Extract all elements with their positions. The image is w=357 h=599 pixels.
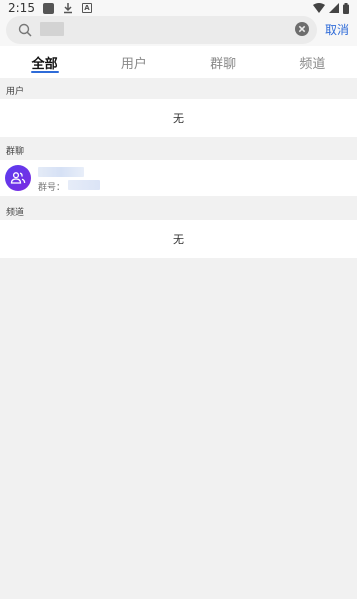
users-section-header: 用户: [0, 81, 357, 99]
app-notification-icon: [42, 2, 54, 14]
tab-bar: 全部 用户 群聊 频道: [0, 46, 357, 78]
tab-label: 频道: [299, 56, 326, 72]
tab-users[interactable]: 用户: [89, 46, 178, 78]
avatar: [5, 165, 31, 191]
group-list-item[interactable]: █████ 群号： ████: [0, 160, 357, 196]
groups-section-header: 群聊: [0, 141, 357, 159]
channels-section-header: 频道: [0, 202, 357, 220]
cancel-button[interactable]: 取消: [325, 21, 349, 38]
tab-label: 全部: [31, 56, 58, 72]
active-tab-indicator: [30, 71, 59, 73]
group-id-label: 群号：: [38, 183, 66, 193]
tab-channels[interactable]: 频道: [268, 46, 357, 78]
search-icon: [18, 23, 32, 37]
clear-icon[interactable]: [294, 21, 310, 37]
channels-empty-state: 无: [0, 220, 357, 258]
status-time: 2:15: [8, 1, 35, 15]
search-input[interactable]: [40, 22, 64, 36]
group-name: █████: [38, 167, 84, 177]
tab-label: 群聊: [210, 56, 237, 72]
group-id-value: ████: [68, 180, 100, 190]
a-badge-icon: A: [81, 3, 92, 13]
search-box[interactable]: [6, 16, 317, 44]
search-results-screen: 2:15 A 取消 全部 用户 群聊 频道 用户 无 群聊 群号： 频道 无: [0, 0, 357, 599]
group-icon: [10, 172, 26, 184]
tab-all[interactable]: 全部: [0, 46, 89, 78]
signal-icon: [329, 3, 339, 13]
battery-icon: [343, 2, 349, 14]
wifi-icon: [313, 3, 325, 13]
tab-groups[interactable]: 群聊: [179, 46, 268, 78]
users-empty-state: 无: [0, 99, 357, 137]
download-icon: [63, 3, 72, 14]
tab-label: 用户: [120, 56, 147, 72]
search-bar: 取消: [0, 16, 357, 46]
status-bar: 2:15 A: [0, 0, 357, 16]
